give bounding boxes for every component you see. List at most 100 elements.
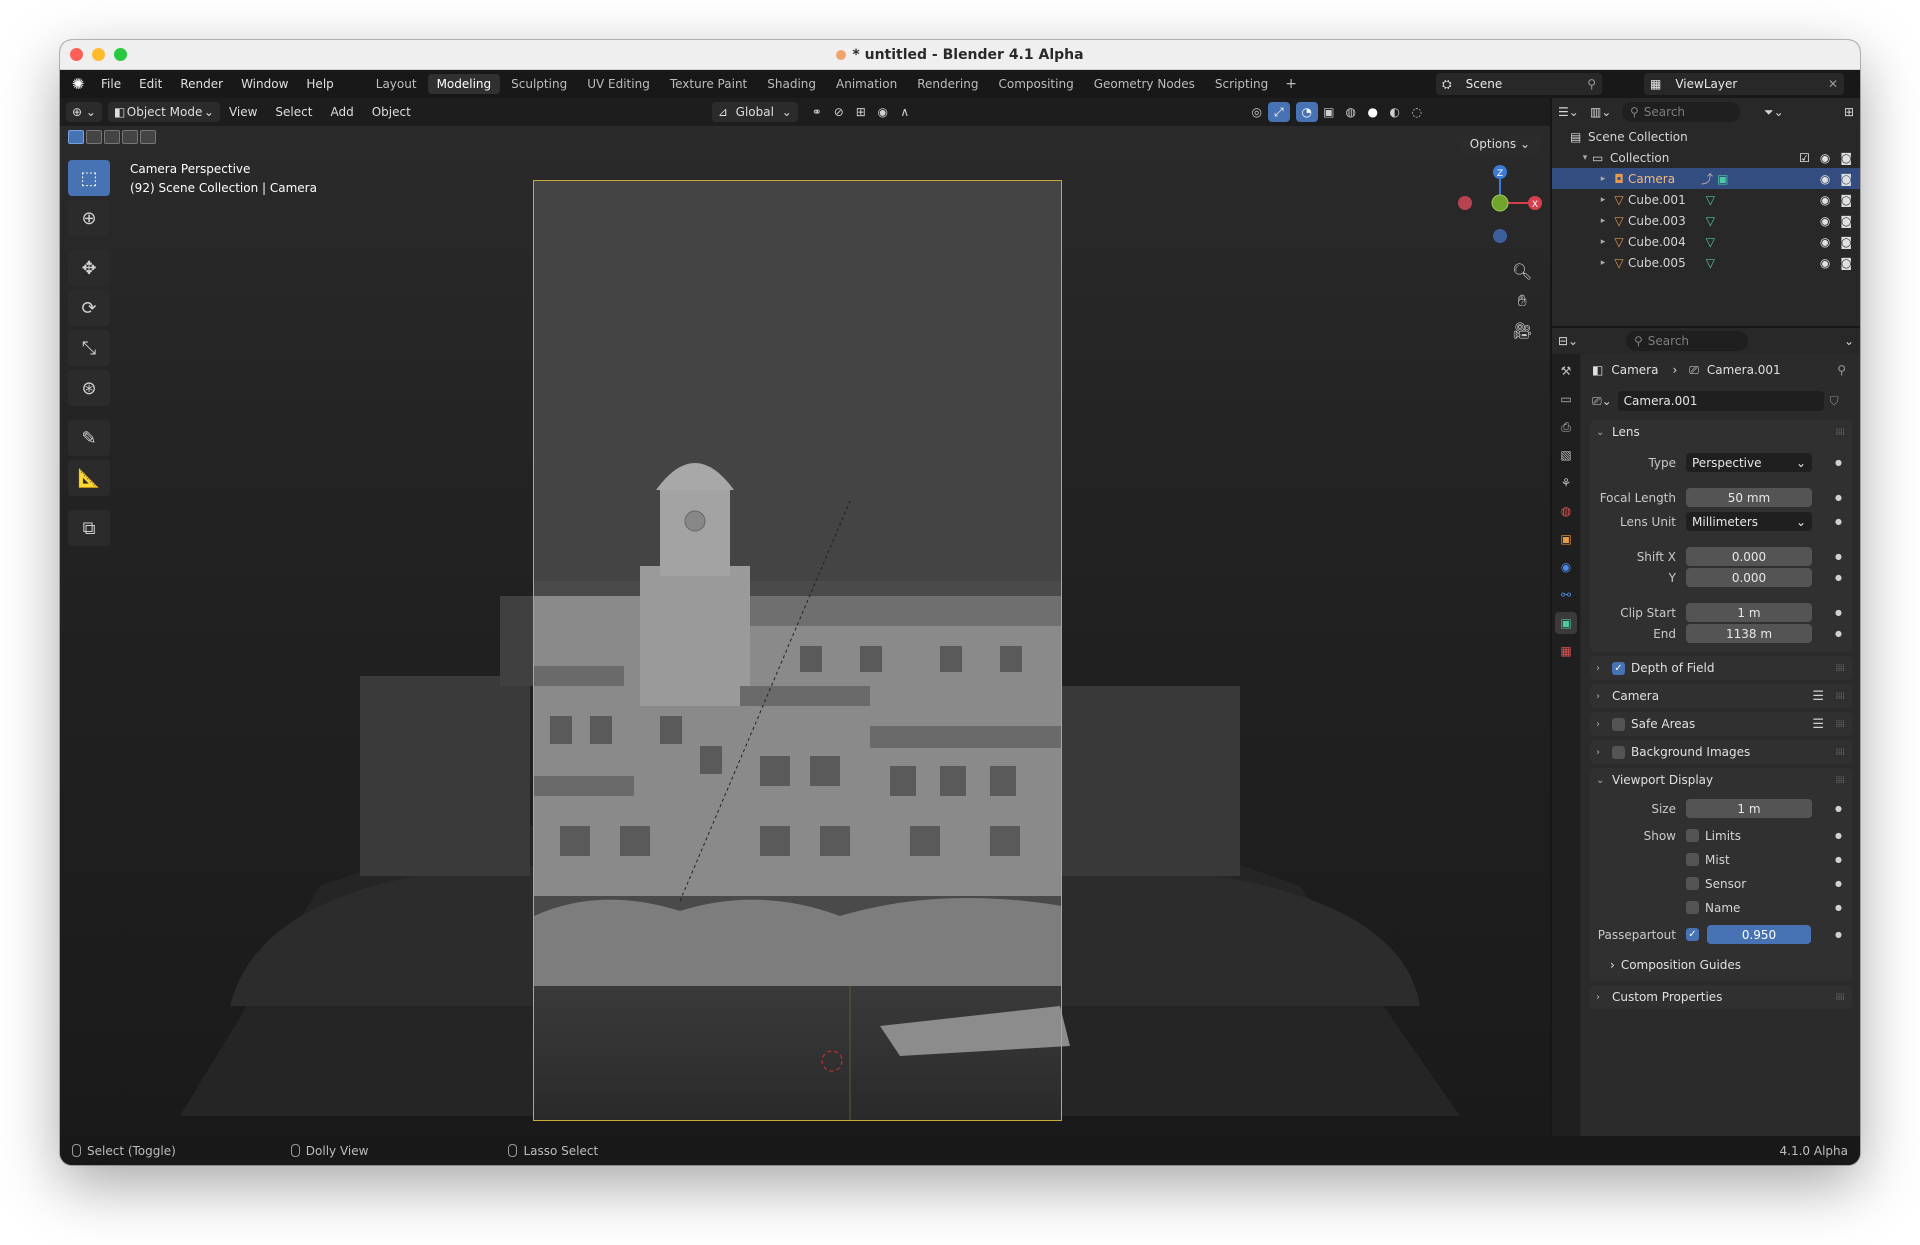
keyframe-dot-icon[interactable]: ● bbox=[1835, 493, 1842, 502]
menu-window[interactable]: Window bbox=[232, 77, 297, 91]
render-camera-icon[interactable]: ◙ bbox=[1840, 235, 1852, 249]
zoom-icon[interactable]: 🔍︎ bbox=[1512, 262, 1532, 281]
menu-view[interactable]: View bbox=[220, 105, 266, 119]
outliner-item-cube-005[interactable]: ▸ ▽ Cube.005 ▽ ◉ ◙ bbox=[1552, 252, 1860, 273]
passepartout-checkbox[interactable]: ✓ bbox=[1686, 928, 1699, 941]
close-icon[interactable]: ✕ bbox=[1828, 77, 1838, 91]
outliner-item-cube-001[interactable]: ▸ ▽ Cube.001 ▽ ◉ ◙ bbox=[1552, 189, 1860, 210]
shift-y-field[interactable]: 0.000 bbox=[1686, 568, 1812, 587]
menu-add[interactable]: Add bbox=[321, 105, 362, 119]
depth-of-field-header[interactable]: › ✓ Depth of Field ⁞⁞⁞⁞ bbox=[1590, 656, 1852, 680]
tab-uv-editing[interactable]: UV Editing bbox=[578, 74, 659, 94]
lens-unit-dropdown[interactable]: Millimeters ⌄ bbox=[1686, 512, 1812, 531]
select-subtract-icon[interactable] bbox=[104, 130, 120, 144]
outliner-item-cube-003[interactable]: ▸ ▽ Cube.003 ▽ ◉ ◙ bbox=[1552, 210, 1860, 231]
pin-icon[interactable]: ⚲ bbox=[1587, 77, 1596, 91]
physics-tab-icon[interactable]: ◉ bbox=[1555, 556, 1577, 578]
presets-list-icon[interactable]: ☰ bbox=[1812, 689, 1824, 704]
lens-panel-header[interactable]: ⌄ Lens ⁞⁞⁞⁞ bbox=[1590, 420, 1852, 444]
minimize-window-button[interactable] bbox=[92, 48, 105, 61]
eye-icon[interactable]: ◉ bbox=[1820, 214, 1830, 228]
gizmo-neg-x-axis[interactable] bbox=[1458, 196, 1472, 210]
render-tab-icon[interactable]: ▭ bbox=[1555, 388, 1577, 410]
render-camera-icon[interactable]: ◙ bbox=[1840, 172, 1852, 186]
gizmo-toggle-icon[interactable]: ⤢ bbox=[1267, 102, 1290, 122]
keyframe-dot-icon[interactable]: ● bbox=[1835, 629, 1842, 638]
expand-icon[interactable]: ▸ bbox=[1596, 258, 1610, 268]
proportional-edit-icon[interactable]: ◉ bbox=[872, 102, 894, 122]
presets-list-icon[interactable]: ☰ bbox=[1812, 717, 1824, 732]
keyframe-dot-icon[interactable]: ● bbox=[1835, 517, 1842, 526]
eye-icon[interactable]: ◉ bbox=[1820, 235, 1830, 249]
drag-grip-icon[interactable]: ⁞⁞⁞⁞ bbox=[1835, 747, 1845, 758]
outliner-item-cube-004[interactable]: ▸ ▽ Cube.004 ▽ ◉ ◙ bbox=[1552, 231, 1860, 252]
keyframe-dot-icon[interactable]: ● bbox=[1835, 608, 1842, 617]
eye-icon[interactable]: ◉ bbox=[1820, 256, 1830, 270]
zoom-window-button[interactable] bbox=[114, 48, 127, 61]
keyframe-dot-icon[interactable]: ● bbox=[1835, 879, 1842, 888]
mode-selector[interactable]: ◧ Object Mode ⌄ bbox=[107, 102, 220, 122]
rotate-tool-icon[interactable]: ⟳ bbox=[68, 290, 110, 326]
filter-icon[interactable]: ⏷⌄ bbox=[1764, 105, 1784, 120]
focal-length-field[interactable]: 50 mm bbox=[1686, 488, 1812, 507]
select-extend-icon[interactable] bbox=[86, 130, 102, 144]
menu-help[interactable]: Help bbox=[297, 77, 342, 91]
annotate-tool-icon[interactable]: ✎ bbox=[68, 420, 110, 456]
new-collection-icon[interactable]: ⊞ bbox=[1844, 105, 1854, 119]
gizmo-y-axis[interactable] bbox=[1491, 194, 1509, 212]
eye-icon[interactable]: ◉ bbox=[1820, 151, 1830, 165]
keyframe-dot-icon[interactable]: ● bbox=[1835, 573, 1842, 582]
drag-grip-icon[interactable]: ⁞⁞⁞⁞ bbox=[1835, 992, 1845, 1003]
tab-shading[interactable]: Shading bbox=[758, 74, 825, 94]
keyframe-dot-icon[interactable]: ● bbox=[1835, 930, 1842, 939]
keyframe-dot-icon[interactable]: ● bbox=[1835, 552, 1842, 561]
drag-grip-icon[interactable]: ⁞⁞⁞⁞ bbox=[1835, 691, 1845, 702]
menu-render[interactable]: Render bbox=[171, 77, 232, 91]
constraints-tab-icon[interactable]: ⚯ bbox=[1555, 584, 1577, 606]
safe-areas-checkbox[interactable] bbox=[1612, 717, 1625, 731]
select-box-tool-icon[interactable]: ⬚ bbox=[68, 160, 110, 196]
blender-logo-icon[interactable]: ✺ bbox=[64, 75, 92, 93]
tab-compositing[interactable]: Compositing bbox=[989, 74, 1082, 94]
outliner-search-input[interactable]: ⚲ Search bbox=[1622, 102, 1740, 122]
select-invert-icon[interactable] bbox=[122, 130, 138, 144]
object-tab-icon[interactable]: ▣ bbox=[1555, 528, 1577, 550]
name-checkbox[interactable] bbox=[1686, 901, 1699, 914]
keyframe-dot-icon[interactable]: ● bbox=[1835, 804, 1842, 813]
overlay-toggle-icon[interactable]: ◔ bbox=[1295, 102, 1318, 122]
eye-icon[interactable]: ◉ bbox=[1820, 193, 1830, 207]
add-cube-tool-icon[interactable]: ⧉ bbox=[68, 510, 110, 546]
drag-grip-icon[interactable]: ⁞⁞⁞⁞ bbox=[1835, 719, 1845, 730]
measure-tool-icon[interactable]: 📐 bbox=[68, 460, 110, 496]
expand-icon[interactable]: ▾ bbox=[1578, 153, 1592, 163]
tab-layout[interactable]: Layout bbox=[367, 74, 426, 94]
sensor-checkbox[interactable] bbox=[1686, 877, 1699, 890]
view-layer-selector[interactable]: ▦ ViewLayer ✕ bbox=[1644, 73, 1844, 95]
camera-data-tab-icon[interactable]: ▣ bbox=[1555, 612, 1577, 634]
clip-start-field[interactable]: 1 m bbox=[1686, 603, 1812, 622]
background-images-checkbox[interactable] bbox=[1612, 745, 1625, 759]
scale-tool-icon[interactable]: ⤡ bbox=[68, 330, 110, 366]
falloff-icon[interactable]: ∧ bbox=[894, 102, 916, 122]
close-window-button[interactable] bbox=[70, 48, 83, 61]
output-tab-icon[interactable]: ⎙ bbox=[1555, 416, 1577, 438]
visibility-icon[interactable]: ◎ bbox=[1246, 102, 1268, 122]
texture-tab-icon[interactable]: ▦ bbox=[1555, 640, 1577, 662]
keyframe-dot-icon[interactable]: ● bbox=[1835, 855, 1842, 864]
solid-shading-icon[interactable]: ● bbox=[1362, 102, 1384, 122]
tab-animation[interactable]: Animation bbox=[827, 74, 906, 94]
snap-icon[interactable]: ⊘ bbox=[828, 102, 850, 122]
properties-search-input[interactable]: ⚲ Search bbox=[1626, 331, 1748, 351]
depth-of-field-checkbox[interactable]: ✓ bbox=[1612, 661, 1625, 675]
menu-edit[interactable]: Edit bbox=[130, 77, 171, 91]
editor-type-icon[interactable]: ⊟⌄ bbox=[1558, 334, 1618, 348]
world-tab-icon[interactable]: ◍ bbox=[1555, 500, 1577, 522]
shift-x-field[interactable]: 0.000 bbox=[1686, 547, 1812, 566]
render-camera-icon[interactable]: ◙ bbox=[1840, 193, 1852, 207]
editor-type-icon[interactable]: ☰⌄ bbox=[1558, 105, 1584, 119]
rendered-shading-icon[interactable]: ◌ bbox=[1406, 102, 1428, 122]
move-tool-icon[interactable]: ✥ bbox=[68, 250, 110, 286]
pin-icon[interactable]: ⚲ bbox=[1837, 363, 1846, 377]
select-new-icon[interactable] bbox=[68, 130, 84, 144]
view-layer-tab-icon[interactable]: ▧ bbox=[1555, 444, 1577, 466]
